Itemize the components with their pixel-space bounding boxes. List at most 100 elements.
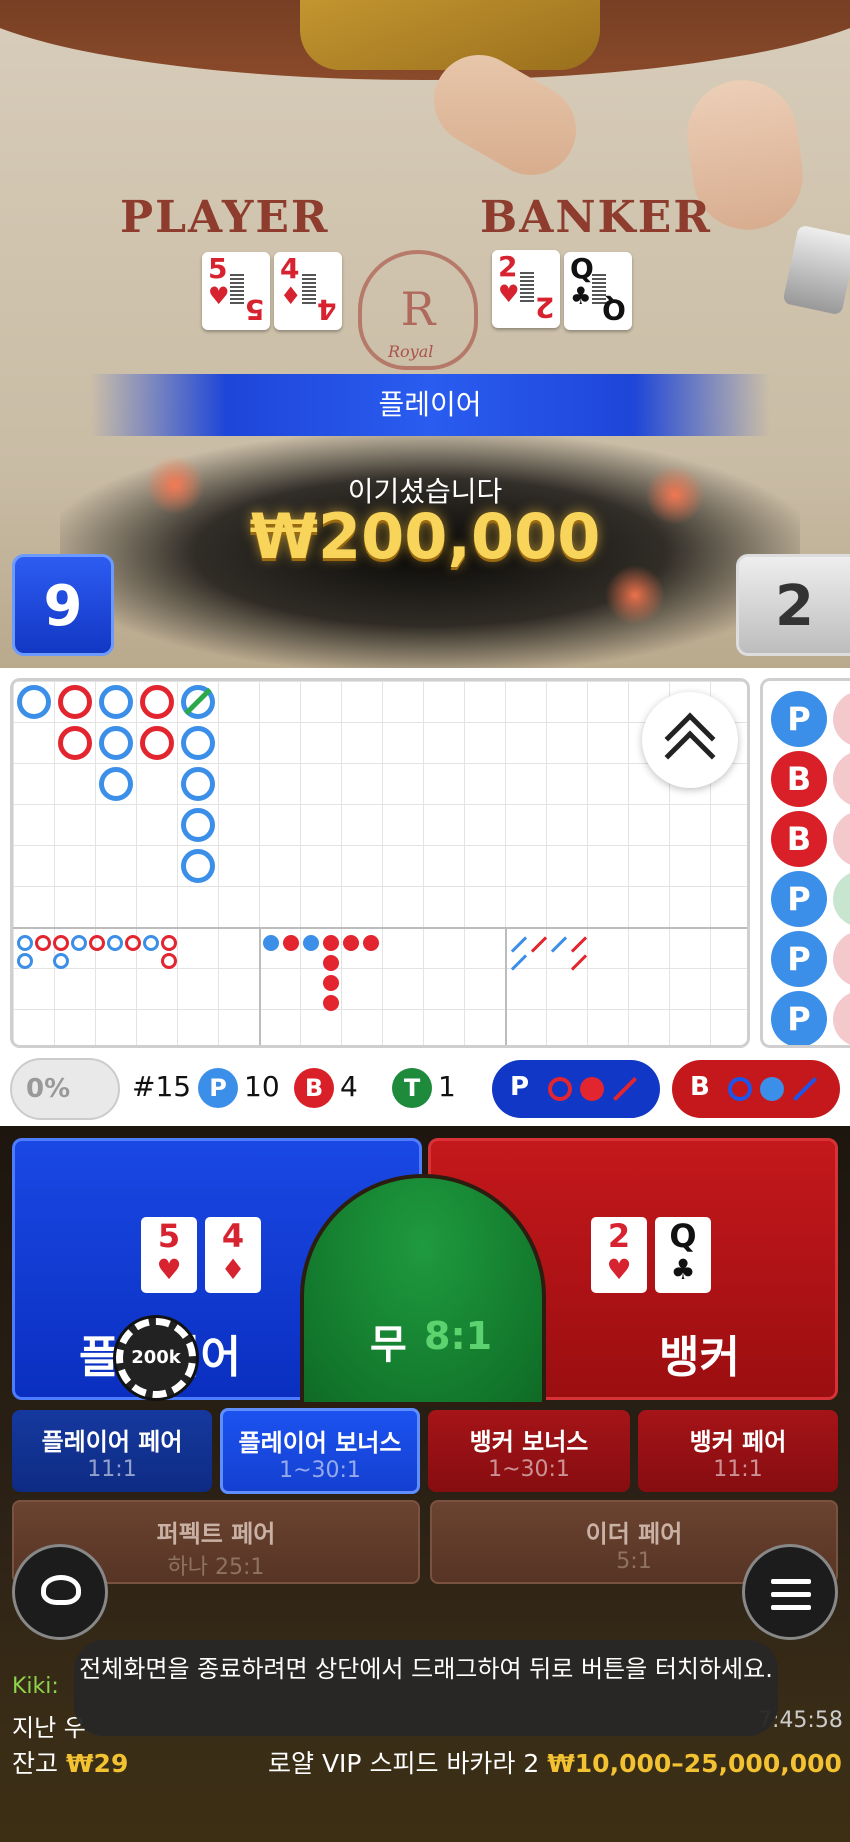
side-bet-label: 뱅커 페어 [689,1428,787,1456]
big-eye-road-mark [71,935,87,951]
menu-button[interactable] [742,1544,838,1640]
big-eye-road-mark [17,953,33,969]
live-video: PLAYER BANKER R Royal 5 ♥ 5 4 ♦ 4 2 ♥ 2 Q ♣ Q 플레… [0,0,850,668]
side-bet-odds: 1~30:1 [488,1457,570,1482]
banker-badge: B [294,1068,334,1108]
small-road-mark [343,935,359,951]
road-divider [13,927,747,929]
chat-button[interactable] [12,1544,108,1640]
big-road-player-mark [99,685,133,719]
dot-icon [580,1077,604,1101]
player-badge: P [198,1068,238,1108]
slash-icon [792,1076,818,1102]
tie-badge: T [392,1068,432,1108]
cockroach-road-mark [570,936,588,953]
banker-prediction-button[interactable]: B [672,1060,840,1118]
side-bet-odds: 11:1 [87,1457,137,1482]
cockroach-road-mark [550,936,568,953]
bead-player: P [771,931,827,987]
prediction-letter: B [690,1072,710,1102]
felt-player-label: PLAYER [120,192,330,243]
player-bonus-bet[interactable]: 플레이어 보너스 1~30:1 [220,1408,420,1494]
tie-bet-label: 무 [370,1322,407,1368]
player-card-1: 5 ♥ [141,1217,197,1293]
tie-bet-spot[interactable]: 무 8:1 [300,1174,546,1406]
big-road-player-mark [17,685,51,719]
royal-logo-text: Royal [388,342,434,361]
big-road-banker-mark [140,685,174,719]
big-eye-road-mark [107,935,123,951]
dealer-torso [300,0,600,70]
video-banker-card-2: Q ♣ Q [564,252,632,330]
banker-score: 2 [736,554,850,656]
player-count: 10 [244,1070,280,1103]
big-road-player-mark [181,849,215,883]
expand-roadmap-button[interactable] [642,692,738,788]
big-eye-road-mark [143,935,159,951]
video-player-card-2: 4 ♦ 4 [274,252,342,330]
side-bet-label: 플레이어 페어 [41,1428,183,1456]
bead-road[interactable]: PBBPPP [760,678,850,1048]
fullscreen-toast: 전체화면을 종료하려면 상단에서 드래그하여 뒤로 버튼을 터치하세요. [74,1640,778,1736]
big-eye-road-mark [125,935,141,951]
small-road-mark [283,935,299,951]
bead-banker: B [771,751,827,807]
big-road-player-mark [99,767,133,801]
table-limits: ₩10,000–25,000,000 [547,1749,842,1778]
bead-player: P [771,991,827,1045]
player-prediction-button[interactable]: P [492,1060,660,1118]
road-panel[interactable] [10,678,750,1048]
cockroach-road-mark [510,936,528,953]
small-road-mark [323,995,339,1011]
small-road-mark [363,935,379,951]
side-bet-label: 퍼펙트 페어 [156,1520,276,1548]
prediction-letter: P [510,1072,530,1102]
small-road-mark [263,935,279,951]
round-number: #15 [132,1070,192,1103]
slash-icon [612,1076,638,1102]
result-banner: 플레이어 [90,374,770,436]
bet-chip[interactable]: 200k [116,1318,196,1398]
card-shoe [782,224,850,316]
small-road-mark [323,955,339,971]
big-eye-road-mark [161,953,177,969]
big-road-player-mark [181,808,215,842]
big-road-player-mark [99,726,133,760]
big-eye-road-mark [17,935,33,951]
video-player-card-1: 5 ♥ 5 [202,252,270,330]
balance-value: ₩29 [65,1749,129,1778]
win-amount: ₩200,000 [249,500,601,573]
big-road-banker-mark [58,685,92,719]
stats-row: 0% #15 P 10 B 4 T 1 P B [0,1054,850,1126]
cockroach-road-mark [530,936,548,953]
chat-username: Kiki: [12,1674,59,1699]
player-score: 9 [12,554,114,656]
felt-banker-label: BANKER [480,192,712,243]
table-name: 로얄 VIP 스피드 바카라 2 [268,1749,540,1778]
banker-card-2: Q ♣ [655,1217,711,1293]
chat-icon [41,1575,81,1605]
big-eye-road-mark [35,935,51,951]
small-road-mark [303,935,319,951]
small-road-mark [323,935,339,951]
balance-label: 잔고 [12,1749,59,1778]
side-bet-label: 플레이어 보너스 [238,1429,402,1457]
balance: 잔고 ₩29 [12,1744,128,1780]
banker-bonus-bet[interactable]: 뱅커 보너스 1~30:1 [428,1410,630,1492]
big-eye-road-mark [161,935,177,951]
side-bet-odds: 11:1 [713,1457,763,1482]
table-info: 로얄 VIP 스피드 바카라 2 ₩10,000–25,000,000 [268,1744,842,1780]
tie-count: 1 [438,1070,456,1103]
big-road-player-mark [181,726,215,760]
banker-pair-bet[interactable]: 뱅커 페어 11:1 [638,1410,838,1492]
banker-count: 4 [340,1070,358,1103]
ring-icon [728,1077,752,1101]
road-divider [505,927,507,1045]
banker-card-1: 2 ♥ [591,1217,647,1293]
tie-bet-odds: 8:1 [424,1314,493,1358]
big-eye-road-mark [53,935,69,951]
menu-icon [771,1579,811,1584]
player-pair-bet[interactable]: 플레이어 페어 11:1 [12,1410,212,1492]
percent-toggle[interactable]: 0% [10,1058,120,1120]
toggle-label: 0% [26,1074,71,1104]
